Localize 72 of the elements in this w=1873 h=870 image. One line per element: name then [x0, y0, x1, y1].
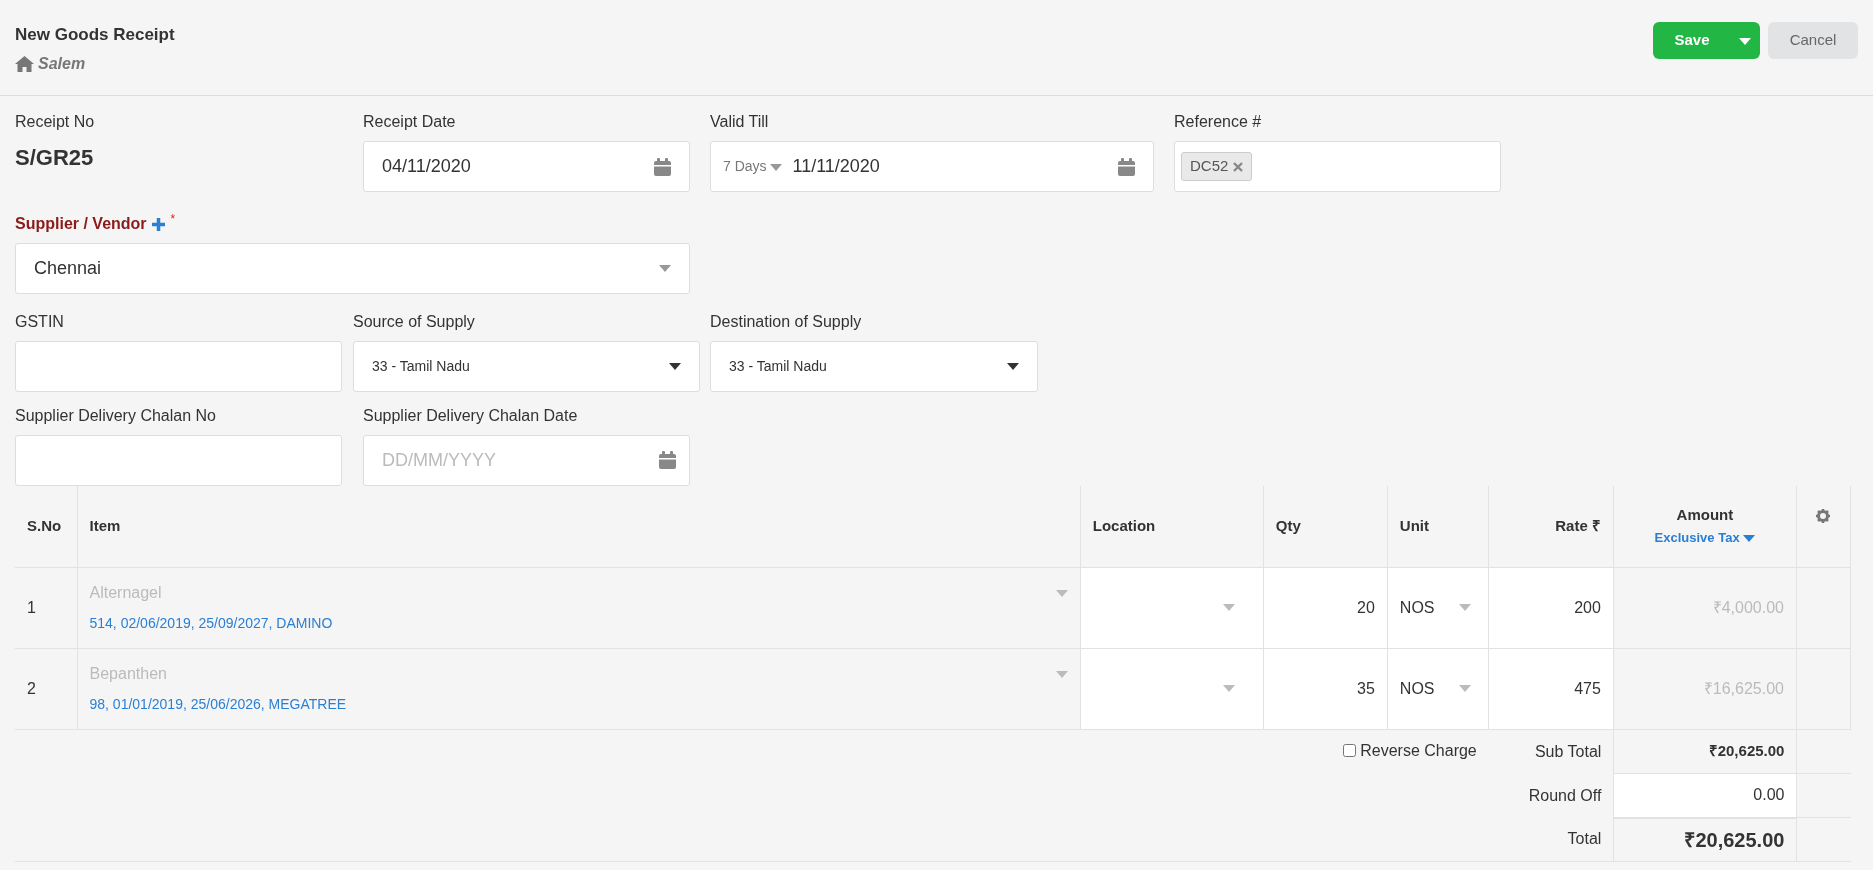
calendar-icon[interactable] — [654, 157, 671, 176]
save-options-button[interactable] — [1730, 22, 1760, 59]
field-label: Valid Till — [710, 112, 769, 132]
column-header: Location — [1092, 517, 1156, 534]
field-label: Source of Supply — [353, 312, 475, 332]
field-label: Supplier / Vendor — [15, 214, 147, 234]
column-header: Item — [89, 517, 121, 534]
caret-icon — [1458, 685, 1471, 692]
column-header: Unit — [1399, 517, 1430, 534]
batch-link[interactable]: 514, 02/06/2019, 25/09/2027, DAMINO — [89, 615, 333, 631]
column-header: Qty — [1275, 517, 1301, 534]
date-field[interactable]: 11/11/2020 — [792, 153, 1118, 180]
quantity-field[interactable]: 35 — [1357, 679, 1375, 697]
caret-icon — [659, 265, 671, 272]
caret-icon — [770, 163, 783, 171]
column-header: Amount — [1675, 504, 1735, 525]
tax-mode-dropdown[interactable]: Exclusive Tax — [1654, 530, 1756, 546]
gstin-field[interactable] — [15, 341, 342, 392]
batch-link[interactable]: 98, 01/01/2019, 25/06/2026, MEGATREE — [89, 696, 347, 712]
state-dropdown[interactable]: 33 - Tamil Nadu — [710, 341, 1038, 392]
amount-value: ₹16,625.00 — [1703, 679, 1784, 697]
date-field[interactable]: DD/MM/YYYY — [363, 435, 690, 486]
calendar-icon[interactable] — [659, 451, 676, 469]
state-dropdown[interactable]: 33 - Tamil Nadu — [353, 341, 700, 392]
field-label: Supplier Delivery Chalan No — [15, 406, 216, 426]
close-icon[interactable] — [1232, 162, 1243, 173]
reference-field[interactable]: DC52 — [1174, 141, 1501, 192]
field-label: Supplier Delivery Chalan Date — [363, 406, 578, 426]
date-field[interactable]: 04/11/2020 — [363, 141, 690, 192]
field-label: Receipt Date — [363, 112, 456, 132]
settings-icon[interactable] — [1816, 509, 1831, 524]
calendar-icon[interactable] — [1118, 157, 1135, 176]
add-icon[interactable] — [151, 217, 167, 233]
chalan-number-field[interactable] — [15, 435, 342, 486]
caret-icon — [669, 363, 681, 370]
cancel-button[interactable]: Cancel — [1768, 22, 1858, 59]
total-label: Total — [1567, 830, 1602, 848]
column-header: S.No — [27, 517, 62, 534]
caret-icon — [1222, 604, 1235, 611]
caret-icon — [1222, 685, 1235, 692]
period-dropdown[interactable]: 7 Days — [723, 156, 783, 177]
caret-icon — [1739, 37, 1751, 45]
sub-total-value: ₹20,625.00 — [1708, 742, 1785, 759]
checkbox-label: Reverse Charge — [1360, 740, 1477, 761]
page-title: New Goods Receipt — [15, 24, 175, 46]
reference-tag: DC52 — [1181, 152, 1252, 181]
caret-icon — [1055, 670, 1068, 678]
caret-icon — [1007, 363, 1019, 370]
home-icon — [15, 55, 34, 72]
row-number: 2 — [27, 679, 36, 697]
branch-name: Salem — [38, 53, 86, 74]
reverse-charge-checkbox[interactable] — [1343, 744, 1357, 758]
supplier-dropdown[interactable]: Chennai — [15, 243, 690, 294]
total-label: Round Off — [1528, 786, 1602, 804]
amount-value: ₹4,000.00 — [1712, 598, 1784, 616]
total-value: ₹20,625.00 — [1684, 828, 1785, 851]
rate-field[interactable]: 200 — [1574, 598, 1601, 616]
field-label: Reference # — [1174, 112, 1262, 132]
field-label: Receipt No — [15, 112, 95, 132]
total-label: Sub Total — [1534, 742, 1602, 760]
column-header: Rate ₹ — [1555, 517, 1601, 534]
round-off-field[interactable]: 0.00 — [1613, 773, 1797, 818]
field-label: Destination of Supply — [710, 312, 862, 332]
receipt-number: S/GR25 — [15, 144, 95, 172]
required-mark: * — [170, 212, 176, 226]
caret-icon — [1055, 589, 1068, 597]
caret-icon — [1743, 535, 1756, 543]
field-label: GSTIN — [15, 312, 64, 332]
caret-icon — [1458, 604, 1471, 611]
rate-field[interactable]: 475 — [1574, 679, 1601, 697]
quantity-field[interactable]: 20 — [1357, 598, 1375, 616]
row-number: 1 — [27, 598, 36, 616]
